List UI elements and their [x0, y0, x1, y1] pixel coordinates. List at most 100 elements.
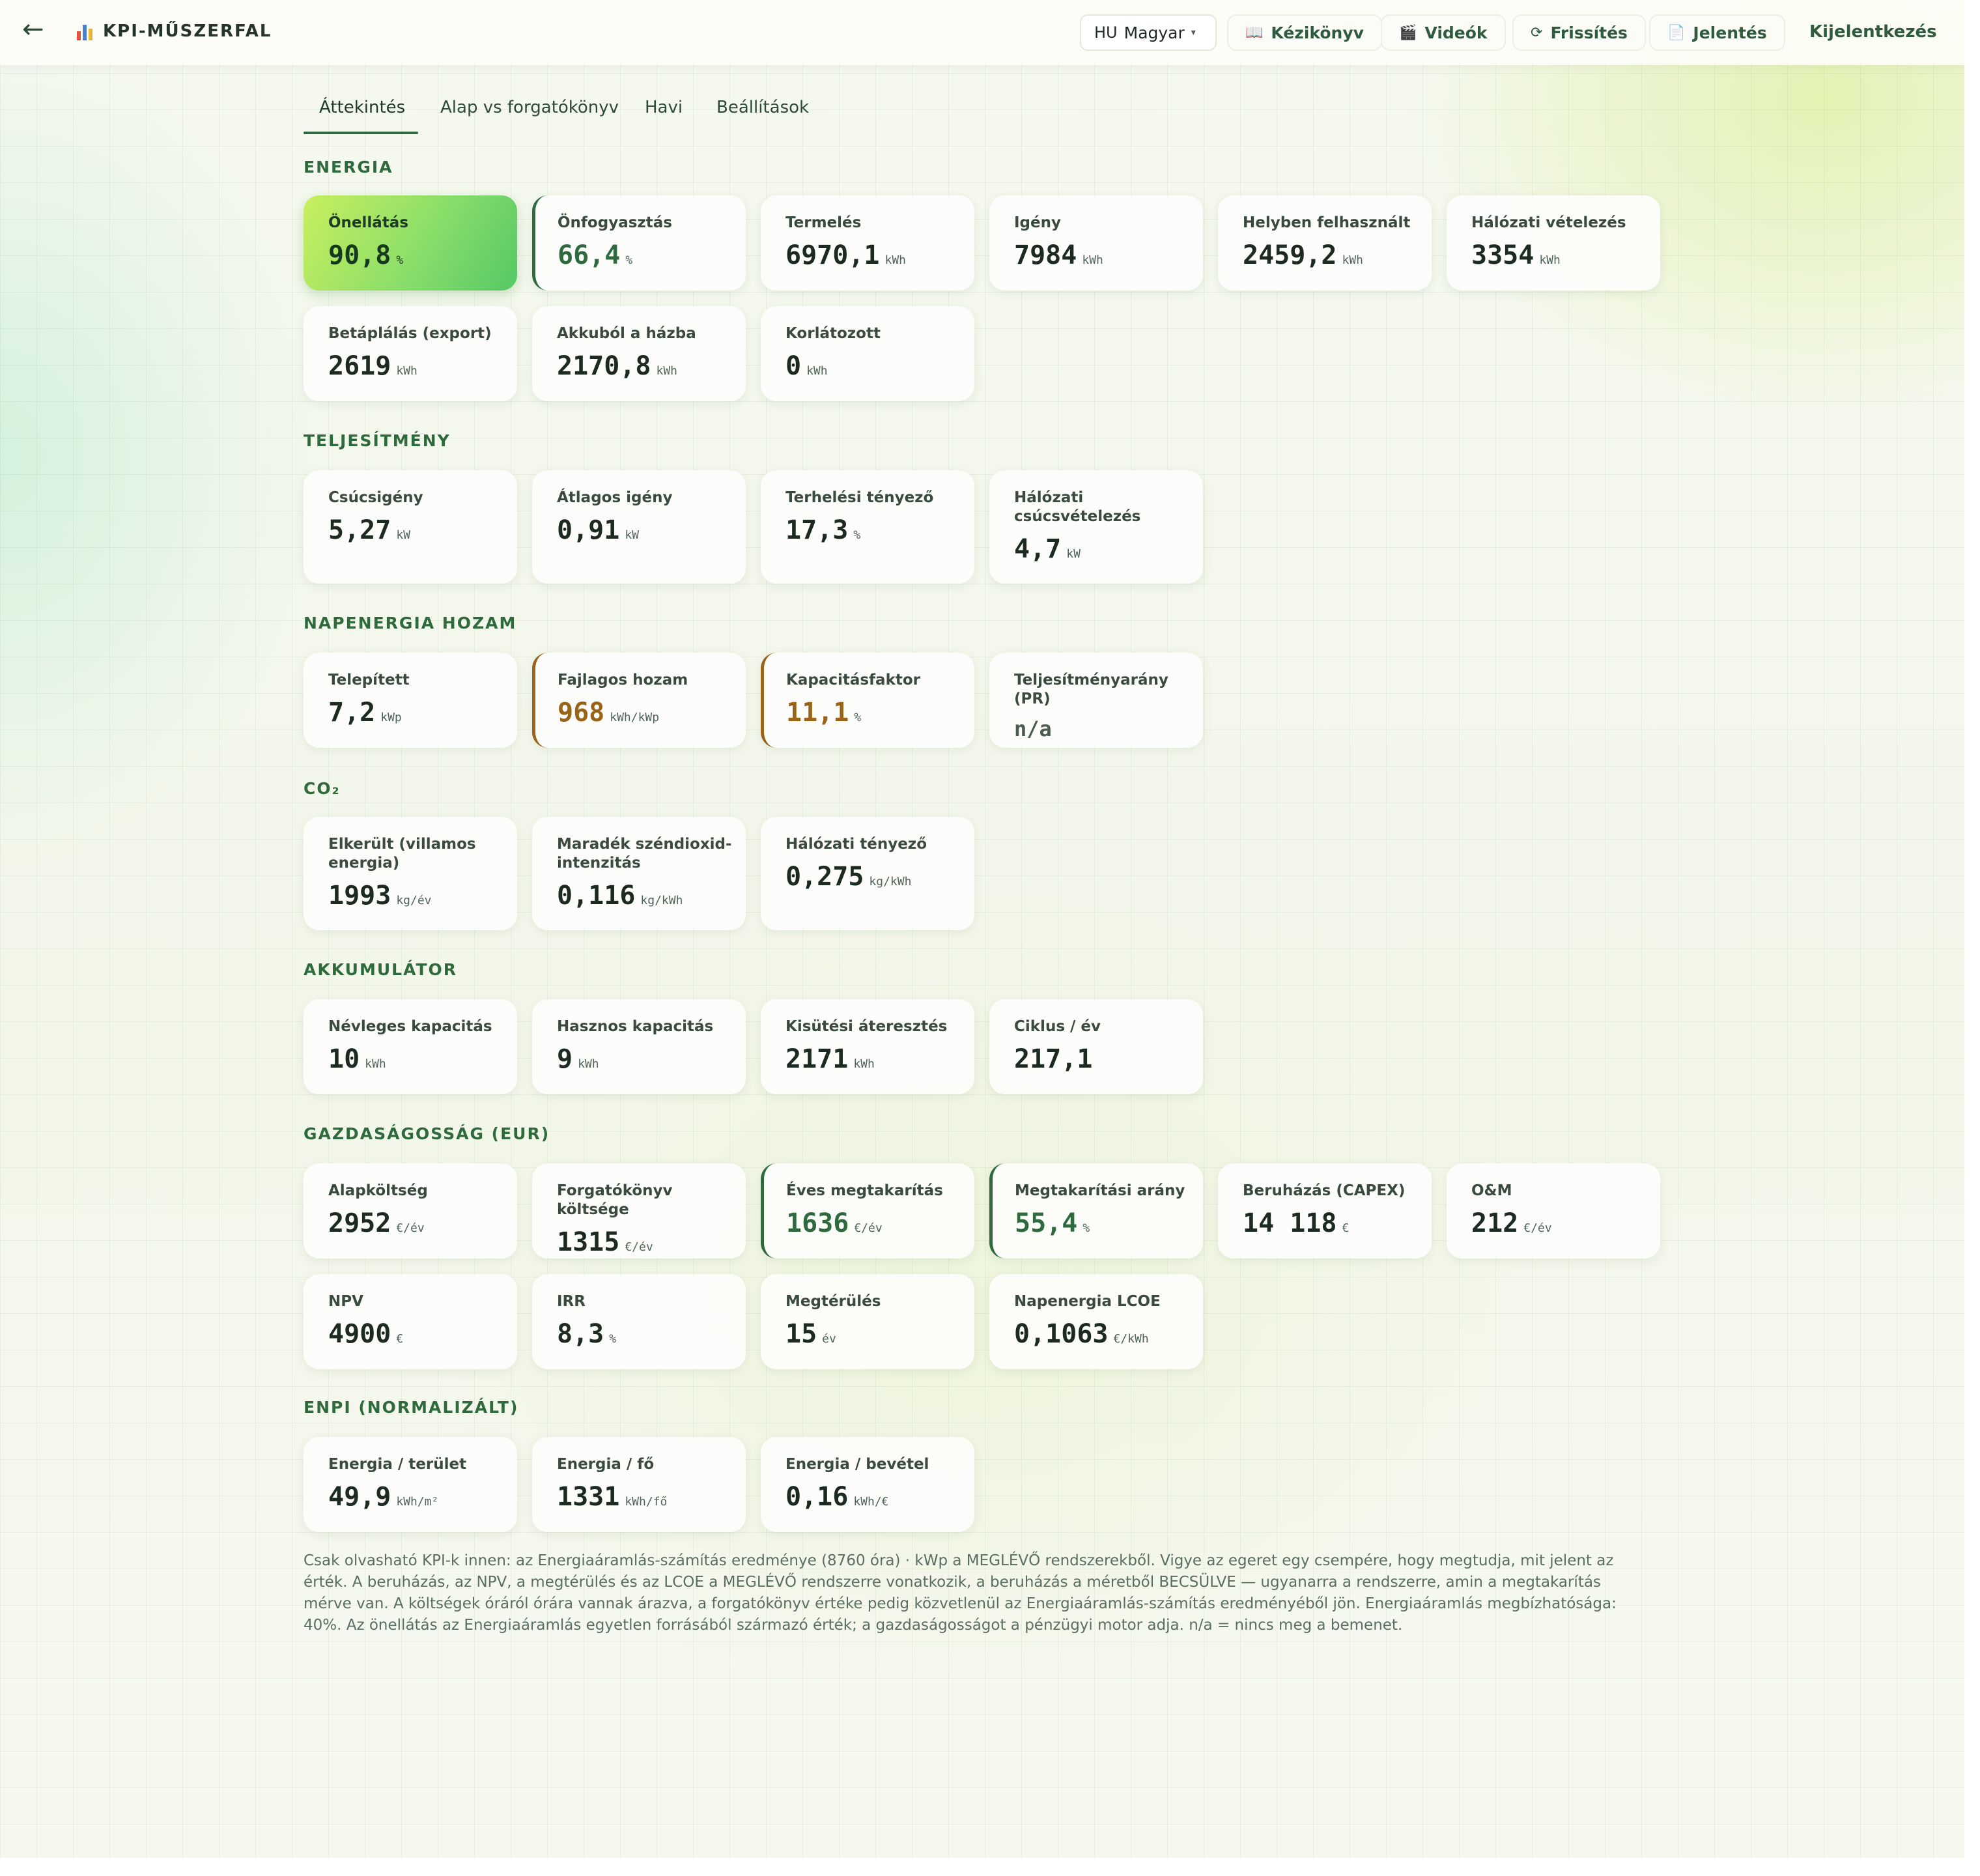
tab-monthly[interactable]: Havi — [645, 98, 683, 117]
kpi-card[interactable]: Fajlagos hozam 968 kWh/kWp — [532, 653, 746, 748]
kpi-value: 0,116 — [557, 881, 636, 911]
kpi-value: 15 — [785, 1319, 817, 1349]
manual-label: Kézikönyv — [1271, 23, 1364, 42]
kpi-card[interactable]: Kisütési áteresztés 2171 kWh — [761, 999, 974, 1094]
kpi-card[interactable]: Átlagos igény 0,91 kW — [532, 470, 746, 584]
arrow-left-icon[interactable]: ← — [22, 14, 44, 44]
kpi-card[interactable]: Ciklus / év 217,1 — [989, 999, 1203, 1094]
kpi-label: Igény — [1014, 214, 1061, 231]
kpi-unit: % — [854, 711, 862, 724]
app-title: KPI-MŰSZERFAL — [103, 21, 272, 41]
kpi-card[interactable]: Önellátás 90,8% — [304, 195, 517, 291]
kpi-value: 0 — [785, 351, 802, 381]
section-title-teljesitmeny: TELJESÍTMÉNY — [304, 431, 451, 450]
kpi-card[interactable]: Hálózati tényező 0,275 kg/kWh — [761, 817, 974, 930]
kpi-card[interactable]: Beruházás (CAPEX) 14 118 € — [1218, 1163, 1432, 1258]
kpi-unit: kWh — [656, 364, 678, 378]
app-window: ← KPI-MŰSZERFAL HU Magyar ▾ 📖 Kézikönyv … — [0, 0, 1964, 1858]
tab-overview[interactable]: Áttekintés — [319, 98, 405, 117]
kpi-card[interactable]: Korlátozott 0 kWh — [761, 306, 974, 401]
kpi-label: Teljesítményarány (PR) — [1014, 672, 1168, 707]
kpi-unit: % — [609, 1332, 617, 1346]
kpi-card[interactable]: Megtérülés 15 év — [761, 1274, 974, 1369]
kpi-card[interactable]: Forgatókönyv költsége 1315 €/év — [532, 1163, 746, 1258]
active-tab-indicator — [304, 132, 418, 134]
kpi-unit: kWh/fő — [625, 1495, 668, 1509]
kpi-value: 2619 — [328, 351, 391, 381]
footnote: Csak olvasható KPI-k innen: az Energiaár… — [304, 1552, 1617, 1634]
kpi-unit: kWh — [1082, 253, 1103, 267]
kpi-value: 217,1 — [1014, 1044, 1093, 1074]
kpi-card[interactable]: Maradék széndioxid-intenzitás 0,116 kg/kWh — [532, 817, 746, 930]
kpi-value: 0,1063 — [1014, 1319, 1109, 1349]
kpi-label: Éves megtakarítás — [786, 1182, 943, 1199]
language-select[interactable]: HU Magyar ▾ — [1080, 14, 1217, 51]
kpi-unit: kWh — [396, 364, 417, 378]
kpi-label: Betáplálás (export) — [328, 325, 492, 342]
logout-button[interactable]: Kijelentkezés — [1809, 22, 1937, 42]
kpi-label: Hálózati vételezés — [1471, 214, 1626, 231]
kpi-value: 2459,2 — [1243, 240, 1337, 270]
kpi-label: NPV — [328, 1293, 363, 1310]
book-icon: 📖 — [1245, 24, 1264, 41]
kpi-unit: €/év — [396, 1221, 425, 1235]
kpi-card[interactable]: Csúcsigény 5,27 kW — [304, 470, 517, 584]
kpi-value: 1331 — [557, 1482, 620, 1512]
kpi-card[interactable]: Teljesítményarány (PR) n/a — [989, 653, 1203, 748]
kpi-unit: €/év — [1523, 1221, 1552, 1235]
section-title-akkumulator: AKKUMULÁTOR — [304, 960, 458, 979]
kpi-card[interactable]: NPV 4900 € — [304, 1274, 517, 1369]
kpi-card[interactable]: Elkerült (villamos energia) 1993 kg/év — [304, 817, 517, 930]
kpi-card[interactable]: Igény 7984 kWh — [989, 195, 1203, 291]
kpi-card[interactable]: Éves megtakarítás 1636 €/év — [761, 1163, 974, 1258]
kpi-card[interactable]: Alapköltség 2952 €/év — [304, 1163, 517, 1258]
kpi-card[interactable]: IRR 8,3% — [532, 1274, 746, 1369]
kpi-card[interactable]: Akkuból a házba 2170,8 kWh — [532, 306, 746, 401]
kpi-card[interactable]: Terhelési tényező 17,3% — [761, 470, 974, 584]
kpi-label: Megtérülés — [785, 1293, 881, 1310]
report-button[interactable]: 📄 Jelentés — [1649, 14, 1785, 51]
document-icon: 📄 — [1667, 24, 1686, 41]
kpi-card[interactable]: Hálózati vételezés 3354 kWh — [1447, 195, 1660, 291]
clapperboard-icon: 🎬 — [1399, 24, 1417, 41]
kpi-card[interactable]: Energia / fő 1331 kWh/fő — [532, 1437, 746, 1532]
kpi-label: Korlátozott — [785, 325, 881, 342]
kpi-value: 3354 — [1471, 240, 1534, 270]
videos-button[interactable]: 🎬 Videók — [1381, 14, 1506, 51]
kpi-card[interactable]: Megtakarítási arány 55,4% — [989, 1163, 1203, 1258]
kpi-value: 55,4 — [1015, 1208, 1078, 1238]
kpi-label: Önellátás — [328, 214, 409, 231]
kpi-card[interactable]: Önfogyasztás 66,4% — [532, 195, 746, 291]
kpi-card[interactable]: Telepített 7,2 kWp — [304, 653, 517, 748]
kpi-card[interactable]: Helyben felhasznált 2459,2 kWh — [1218, 195, 1432, 291]
kpi-card[interactable]: Napenergia LCOE 0,1063 €/kWh — [989, 1274, 1203, 1369]
kpi-label: Alapköltség — [328, 1182, 428, 1199]
manual-button[interactable]: 📖 Kézikönyv — [1227, 14, 1382, 51]
kpi-unit: €/kWh — [1113, 1332, 1149, 1346]
kpi-unit: kW — [625, 528, 640, 542]
kpi-label: Csúcsigény — [328, 489, 423, 506]
kpi-label: Forgatókönyv költsége — [557, 1182, 673, 1218]
kpi-card[interactable]: Hálózati csúcsvételezés 4,7 kW — [989, 470, 1203, 584]
kpi-unit: €/év — [854, 1221, 883, 1235]
kpi-unit: % — [1082, 1221, 1090, 1235]
kpi-value: 6970,1 — [785, 240, 880, 270]
kpi-unit: €/év — [625, 1240, 653, 1254]
kpi-value: 1636 — [786, 1208, 849, 1238]
kpi-card[interactable]: Termelés 6970,1 kWh — [761, 195, 974, 291]
tab-base-vs-scenario[interactable]: Alap vs forgatókönyv — [440, 98, 619, 117]
kpi-card[interactable]: O&M 212 €/év — [1447, 1163, 1660, 1258]
kpi-card[interactable]: Hasznos kapacitás 9 kWh — [532, 999, 746, 1094]
refresh-button[interactable]: ⟳ Frissítés — [1512, 14, 1646, 51]
kpi-card[interactable]: Kapacitásfaktor 11,1% — [761, 653, 974, 748]
kpi-card[interactable]: Energia / bevétel 0,16 kWh/€ — [761, 1437, 974, 1532]
kpi-card[interactable]: Energia / terület 49,9 kWh/m² — [304, 1437, 517, 1532]
kpi-value: 1315 — [557, 1227, 620, 1257]
kpi-value: 17,3 — [785, 515, 849, 545]
kpi-value: 5,27 — [328, 515, 391, 545]
refresh-icon: ⟳ — [1531, 24, 1543, 41]
kpi-card[interactable]: Betáplálás (export) 2619 kWh — [304, 306, 517, 401]
kpi-label: Névleges kapacitás — [328, 1018, 492, 1035]
tab-settings[interactable]: Beállítások — [716, 98, 809, 117]
kpi-card[interactable]: Névleges kapacitás 10 kWh — [304, 999, 517, 1094]
